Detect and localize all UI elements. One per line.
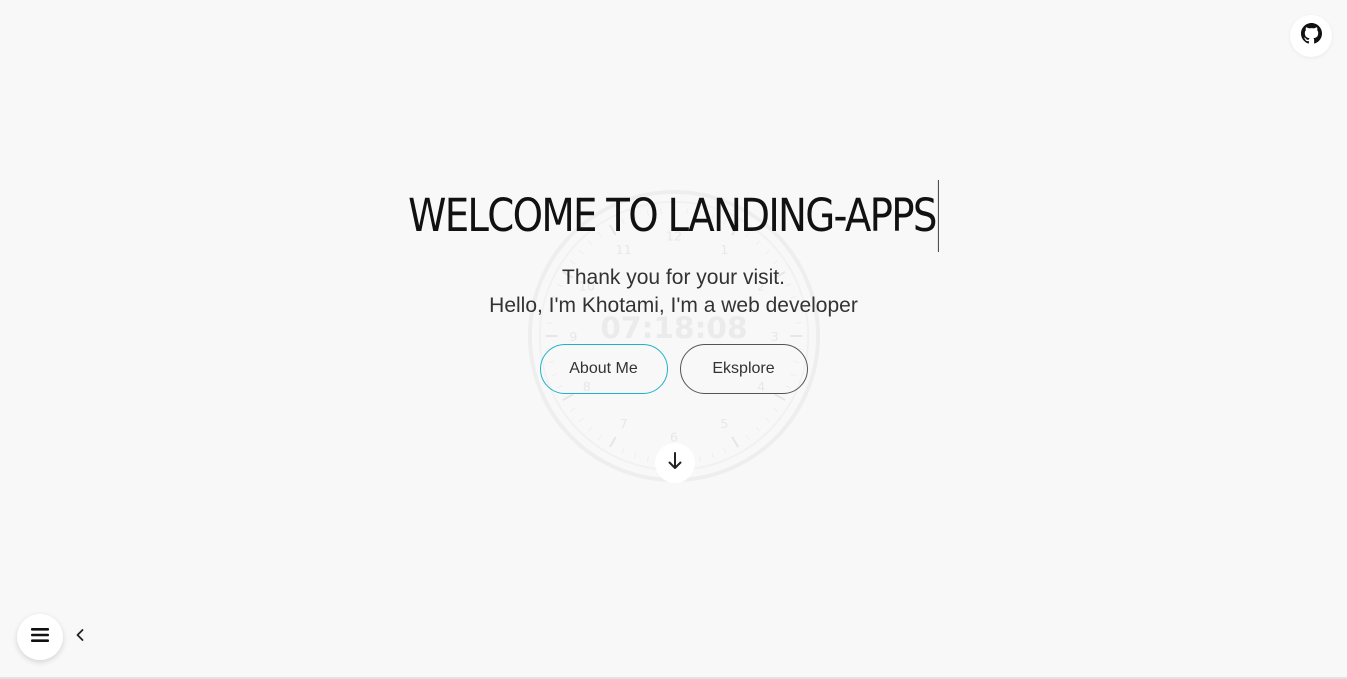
subtitle-line-thanks: Thank you for your visit. — [562, 266, 785, 289]
menu-button[interactable] — [17, 614, 63, 660]
clock-tick — [621, 447, 625, 454]
clock-tick — [646, 455, 650, 462]
scroll-down-button[interactable] — [655, 443, 695, 483]
clock-tick — [609, 436, 617, 448]
clock-tick — [731, 436, 739, 448]
github-icon — [1300, 23, 1322, 49]
clock-tick — [633, 452, 637, 459]
clock-tick — [598, 434, 603, 441]
page-title: WELCOME TO LANDING-APPS — [408, 180, 939, 252]
explore-button[interactable]: Eksplore — [679, 344, 808, 394]
clock-tick — [578, 417, 584, 423]
collapse-menu-button[interactable] — [71, 627, 89, 647]
hero-subtitle: Thank you for your visit. Hello, I'm Kho… — [0, 264, 1347, 320]
clock-tick — [745, 434, 750, 441]
landing-page: 1 2 3 4 5 6 7 8 9 10 11 12 07:18:08 WELCOME TO LAND… — [0, 0, 1347, 679]
clock-tick — [772, 407, 779, 412]
clock-tick — [562, 393, 574, 401]
clock-tick — [698, 455, 702, 462]
arrow-down-icon — [668, 451, 682, 475]
clock-numeral: 7 — [620, 417, 628, 432]
clock-tick — [711, 452, 715, 459]
hamburger-menu-icon — [31, 627, 49, 648]
clock-tick — [755, 426, 761, 432]
chevron-left-icon — [76, 628, 84, 646]
clock-numeral: 5 — [720, 417, 728, 432]
clock-tick — [569, 407, 576, 412]
clock-tick — [774, 393, 786, 401]
clock-tick — [723, 447, 727, 454]
about-me-button[interactable]: About Me — [539, 344, 668, 394]
hero-section: WELCOME TO LANDING-APPS Thank you for yo… — [0, 180, 1347, 394]
clock-tick — [764, 417, 770, 423]
github-button[interactable] — [1290, 15, 1332, 57]
subtitle-line-intro: Hello, I'm Khotami, I'm a web developer — [489, 294, 858, 317]
hero-actions: About Me Eksplore — [0, 344, 1347, 394]
clock-tick — [587, 426, 593, 432]
